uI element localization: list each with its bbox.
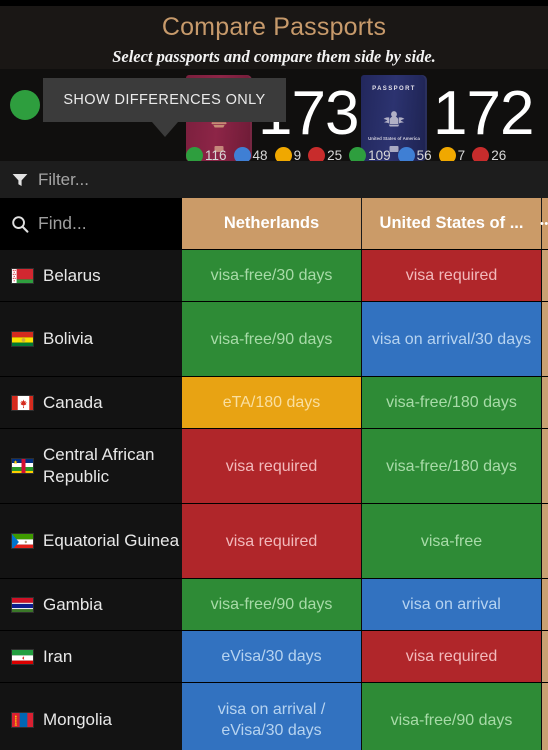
row-edge-strip [542,579,548,630]
visa-status-text: visa on arrival / eVisa/30 days [217,701,326,739]
filter-bar[interactable]: Filter... [0,161,548,198]
table-row[interactable]: Belarus visa-free/30 days visa required [0,250,548,302]
page-subtitle: Select passports and compare them side b… [112,47,436,66]
flag-icon-car [11,458,34,474]
country-cell[interactable]: Equatorial Guinea [0,504,182,578]
flag-icon-eqguinea [11,533,34,549]
comparison-table: Find... Netherlands United States of ...… [0,198,548,750]
visa-status-cell[interactable]: visa-free/90 days [182,302,362,376]
country-cell[interactable]: Canada [0,377,182,428]
green-filter-dot[interactable] [10,90,40,120]
visa-status-text: visa-free/90 days [390,711,513,729]
country-cell[interactable]: Gambia [0,579,182,630]
compare-passports-screen: Compare Passports Select passports and c… [0,0,548,750]
table-header-row: Find... Netherlands United States of ... [0,198,548,250]
visa-status-cell[interactable]: visa on arrival/30 days [362,302,542,376]
row-edge-strip [542,429,548,503]
page-title: Compare Passports [161,13,387,41]
row-edge-strip [542,377,548,428]
country-name: Bolivia [43,329,94,348]
visa-status-cell[interactable]: visa required [182,429,362,503]
country-name: Iran [43,646,73,666]
table-row[interactable]: Central African Republic visa required vis… [0,429,548,504]
visa-status-text: visa required [225,532,318,550]
tooltip-label: SHOW DIFFERENCES ONLY [63,92,266,108]
row-edge-strip [542,631,548,682]
passport-score-united-states: 172 [433,79,534,148]
country-name: Central African Republic [43,445,155,486]
table-row[interactable]: Equatorial Guinea visa required visa-free [0,504,548,579]
visa-status-text: visa-free/180 days [386,394,517,411]
country-name: Mongolia [43,710,112,729]
table-body: Belarus visa-free/30 days visa required Bol… [0,250,548,750]
page-header: Compare Passports Select passports and c… [0,6,548,69]
country-cell[interactable]: Central African Republic [0,429,182,503]
flag-icon-iran [11,648,34,665]
visa-status-cell[interactable]: visa-free/90 days [362,683,542,750]
table-row[interactable]: Canada eTA/180 days visa-free/180 days [0,377,548,429]
visa-status-cell[interactable]: visa required [362,631,542,682]
visa-status-text: eTA/180 days [222,394,321,411]
visa-status-text: visa-free/180 days [386,457,517,475]
filter-placeholder: Filter... [38,169,90,189]
country-cell[interactable]: Mongolia [0,683,182,750]
table-row[interactable]: Gambia visa-free/90 days visa on arrival [0,579,548,631]
visa-status-text: visa-free/90 days [210,596,333,613]
visa-status-text: visa required [225,457,318,475]
visa-status-text: visa required [405,267,498,284]
flag-icon-mongolia [11,712,34,728]
table-row[interactable]: Bolivia visa-free/90 days visa on arrival/… [0,302,548,377]
country-name: Canada [43,392,103,412]
row-edge-strip [542,302,548,376]
tooltip-pointer [152,122,178,137]
funnel-icon [12,173,28,187]
show-differences-tooltip[interactable]: SHOW DIFFERENCES ONLY [43,78,286,122]
visa-status-text: visa-free [420,532,483,550]
visa-status-cell[interactable]: visa on arrival / eVisa/30 days [182,683,362,750]
table-row[interactable]: Mongolia visa on arrival / eVisa/30 days v… [0,683,548,750]
visa-status-cell[interactable]: visa-free/90 days [182,579,362,630]
row-edge-strip [542,250,548,301]
visa-status-text: visa required [405,648,498,665]
country-cell[interactable]: Iran [0,631,182,682]
visa-status-cell[interactable]: visa required [362,250,542,301]
flag-icon-canada [11,394,34,411]
visa-status-cell[interactable]: visa-free [362,504,542,578]
visa-status-cell[interactable]: eVisa/30 days [182,631,362,682]
country-cell[interactable]: Bolivia [0,302,182,376]
visa-status-cell[interactable]: visa required [182,504,362,578]
search-icon [11,215,29,233]
search-placeholder: Find... [38,213,87,233]
row-edge-strip [542,504,548,578]
visa-status-cell[interactable]: visa on arrival [362,579,542,630]
country-name: Belarus [43,265,101,285]
column-header-united-states[interactable]: United States of ... [362,198,542,249]
visa-status-text: visa-free/90 days [210,330,333,348]
visa-status-cell[interactable]: visa-free/30 days [182,250,362,301]
flag-icon-gambia [11,596,34,613]
country-name: Equatorial Guinea [43,531,180,550]
us-great-seal-icon [383,111,405,127]
flag-icon-bolivia [11,331,34,347]
visa-status-text: visa on arrival/30 days [371,330,532,348]
add-column-button[interactable] [542,198,548,249]
visa-status-cell[interactable]: visa-free/180 days [362,429,542,503]
visa-status-text: eVisa/30 days [221,648,322,665]
visa-status-cell[interactable]: eTA/180 days [182,377,362,428]
country-cell[interactable]: Belarus [0,250,182,301]
visa-status-text: visa on arrival [402,596,501,613]
country-name: Gambia [43,594,103,614]
flag-icon-belarus [11,267,34,284]
search-input[interactable]: Find... [0,198,182,249]
table-row[interactable]: Iran eVisa/30 days visa required [0,631,548,683]
visa-status-text: visa-free/30 days [210,267,333,284]
visa-status-cell[interactable]: visa-free/180 days [362,377,542,428]
row-edge-strip [542,683,548,750]
column-header-netherlands[interactable]: Netherlands [182,198,362,249]
